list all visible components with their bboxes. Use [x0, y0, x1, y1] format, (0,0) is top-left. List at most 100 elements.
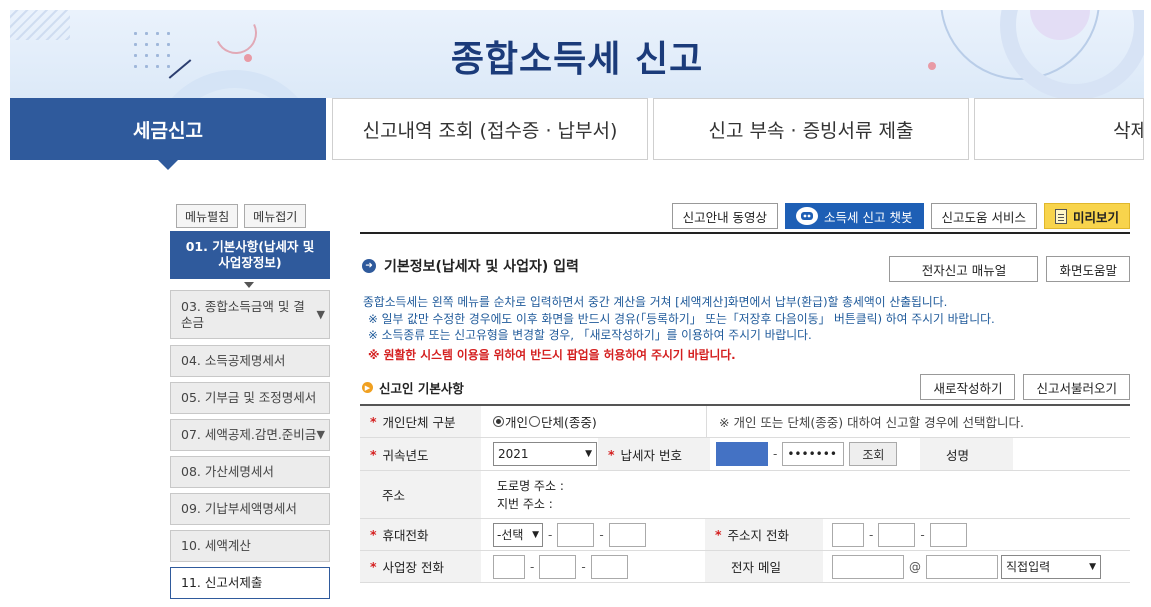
menu-item-tax-calc[interactable]: 10. 세액계산 — [170, 530, 330, 562]
email-domain-value: 직접입력 — [1006, 560, 1051, 574]
preview-label: 미리보기 — [1072, 209, 1119, 225]
separator: - — [773, 447, 778, 461]
e-filing-manual-button[interactable]: 전자신고 매뉴얼 — [889, 256, 1039, 282]
biz-phone-last-field[interactable] — [590, 554, 628, 579]
tab-deleted-history[interactable]: 삭제내역 — [974, 98, 1144, 160]
type-hint: ※ 개인 또는 단체(종중) 대하여 신고할 경우에 선택합니다. — [706, 406, 1130, 437]
active-tab-indicator — [158, 160, 178, 170]
menu-expand-button[interactable]: 메뉴펼침 — [176, 204, 239, 228]
help-service-button[interactable]: 신고도움 서비스 — [930, 203, 1037, 229]
required-mark: * — [715, 527, 722, 542]
chevron-down-icon[interactable]: ▼ — [317, 427, 325, 443]
email-domain-field[interactable] — [926, 554, 998, 579]
chatbot-button[interactable]: 소득세 신고 챗봇 — [785, 203, 924, 229]
home-phone-label: 주소지 전화 — [727, 528, 790, 543]
required-mark: * — [370, 527, 377, 542]
notice-text: 종합소득세는 왼쪽 메뉴를 순차로 입력하면서 중간 계산을 거쳐 [세액계산]… — [363, 294, 995, 363]
menu-item-basic-info[interactable]: 01. 기본사항(납세자 및 사업장정보) — [170, 231, 330, 279]
menu-item-deduction[interactable]: 04. 소득공제명세서 — [170, 345, 330, 377]
menu-item-income[interactable]: 03. 종합소득금액 및 결손금 ▼ — [170, 290, 330, 339]
top-buttons: 신고안내 동영상 소득세 신고 챗봇 신고도움 서비스 미리보기 — [671, 203, 1130, 229]
radio-individual[interactable] — [493, 416, 504, 427]
separator: - — [581, 559, 586, 574]
biz-phone-area-field[interactable] — [493, 554, 525, 579]
home-phone-area-field[interactable] — [832, 522, 864, 547]
home-phone-cell: - - — [832, 519, 1032, 550]
taxpayer-no-first-field[interactable] — [716, 442, 768, 466]
screen-help-button[interactable]: 화면도움말 — [1046, 256, 1130, 282]
tab-supporting-docs[interactable]: 신고 부속 · 증빙서류 제출 — [653, 98, 969, 160]
tab-deleted-history-label: 삭제내역 — [1113, 119, 1143, 142]
separator: - — [920, 527, 925, 542]
email-domain-select[interactable]: 직접입력 ▼ — [1001, 554, 1101, 579]
preview-button[interactable]: 미리보기 — [1043, 203, 1130, 229]
separator: - — [530, 559, 535, 574]
notice-line: 종합소득세는 왼쪽 메뉴를 순차로 입력하면서 중간 계산을 거쳐 [세액계산]… — [363, 295, 948, 309]
taxpayer-no-label: 납세자 번호 — [620, 447, 683, 463]
form-row: * 귀속년도 2021 ▼ * 납세자 번호 - ••••••• 조회 성명 — [360, 438, 1130, 471]
year-select[interactable]: 2021 ▼ — [493, 442, 597, 466]
load-form-button[interactable]: 신고서불러오기 — [1023, 374, 1130, 400]
taxpayer-no-second-field[interactable]: ••••••• — [782, 442, 845, 466]
email-cell: @ 직접입력 ▼ — [832, 551, 1130, 582]
menu-item-submit[interactable]: 11. 신고서제출 — [170, 567, 330, 599]
menu-item-label: 07. 세액공제.감면.준비금 — [181, 427, 317, 442]
basic-info-header: ▶ 신고인 기본사항 — [362, 378, 464, 397]
menu-item-donation[interactable]: 05. 기부금 및 조정명세서 — [170, 382, 330, 414]
home-phone-middle-field[interactable] — [878, 522, 916, 547]
arrow-right-icon: ▶ — [362, 382, 373, 393]
menu-collapse-button[interactable]: 메뉴접기 — [244, 204, 307, 228]
mobile-last-field[interactable] — [608, 522, 646, 547]
mobile-cell: -선택 ▼ - - — [493, 519, 713, 550]
mobile-label: 휴대전화 — [382, 528, 429, 543]
mobile-middle-field[interactable] — [557, 522, 595, 547]
name-label: 성명 — [920, 438, 1013, 470]
form-label: * 사업장 전화 — [360, 551, 481, 582]
mobile-carrier-select[interactable]: -선택 ▼ — [493, 522, 543, 547]
required-mark: * — [370, 414, 377, 429]
basic-info-buttons: 새로작성하기 신고서불러오기 — [920, 374, 1130, 400]
taxpayer-no-cell: - ••••••• 조회 — [716, 438, 916, 470]
menu-item-penalty[interactable]: 08. 가산세명세서 — [170, 456, 330, 488]
menu-item-prepaid[interactable]: 09. 기납부세액명세서 — [170, 493, 330, 525]
guide-video-button[interactable]: 신고안내 동영상 — [671, 203, 779, 229]
form-row: * 사업장 전화 - - 전자 메일 @ 직접입력 ▼ — [360, 551, 1130, 583]
home-phone-last-field[interactable] — [929, 522, 967, 547]
type-label: 개인단체 구분 — [382, 415, 456, 430]
chevron-down-icon[interactable]: ▼ — [317, 307, 325, 323]
form-row: 주소 도로명 주소 : 지번 주소 : — [360, 471, 1130, 519]
masked-value: ••••••• — [787, 447, 837, 461]
divider — [360, 232, 1130, 234]
lookup-button[interactable]: 조회 — [849, 442, 898, 466]
manual-buttons: 전자신고 매뉴얼 화면도움말 — [889, 256, 1130, 282]
form-label: * 개인단체 구분 — [360, 406, 481, 437]
menu-item-label: 03. 종합소득금액 및 결손금 — [181, 298, 305, 330]
chevron-down-icon: ▼ — [532, 529, 539, 540]
biz-phone-cell: - - — [493, 551, 713, 582]
notice-line: ※ 일부 값만 수정한 경우에도 이후 화면을 반드시 경유(「등록하기」 또는… — [368, 311, 995, 326]
mobile-carrier-value: -선택 — [497, 528, 524, 542]
tab-filing-history[interactable]: 신고내역 조회 (접수증 · 납부서) — [332, 98, 648, 160]
radio-group-label: 단체(종중) — [541, 415, 597, 430]
name-value-cell — [1013, 438, 1130, 470]
required-mark: * — [608, 446, 615, 462]
chatbot-label: 소득세 신고 챗봇 — [824, 209, 913, 225]
form-label: * 주소지 전화 — [705, 519, 823, 550]
menu-item-tax-credit[interactable]: 07. 세액공제.감면.준비금 ▼ — [170, 419, 330, 451]
email-label: 전자 메일 — [705, 551, 823, 582]
type-radio-group: 개인 단체(종중) — [493, 406, 693, 437]
page-title: 종합소득세 신고 — [450, 39, 704, 80]
radio-group[interactable] — [529, 416, 541, 427]
form-label: * 귀속년도 — [360, 438, 481, 470]
form-row: * 개인단체 구분 개인 단체(종중) ※ 개인 또는 단체(종중) 대하여 신고… — [360, 406, 1130, 438]
page-root: 종합소득세 신고 세금신고 신고내역 조회 (접수증 · 납부서) 신고 부속 … — [0, 0, 1151, 607]
menu-step-arrow — [244, 282, 254, 288]
tab-tax-filing[interactable]: 세금신고 — [10, 98, 326, 160]
biz-phone-middle-field[interactable] — [539, 554, 577, 579]
chevron-down-icon: ▼ — [585, 449, 592, 459]
email-id-field[interactable] — [832, 554, 904, 579]
form-label: * 납세자 번호 — [598, 438, 710, 470]
new-form-button[interactable]: 새로작성하기 — [920, 374, 1016, 400]
road-address-label: 도로명 주소 : — [497, 478, 564, 493]
year-value: 2021 — [498, 447, 529, 461]
